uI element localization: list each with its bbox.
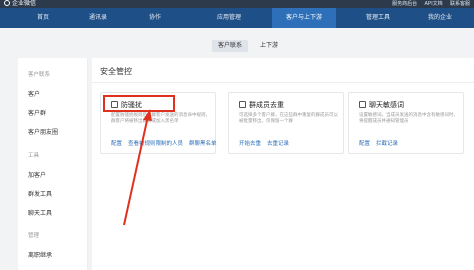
card-sensitive-words[interactable]: 聊天敏感词 设置敏感词，当成员发送的消息中含有敏感词时，将提醒成员并通知管理员 … [348, 92, 464, 154]
title-divider [92, 82, 474, 83]
nav-customers-upstream[interactable]: 客户与上下游 [272, 8, 336, 28]
sidebar-group-tools: 工具 [28, 153, 40, 159]
chat-sensitive-icon [359, 101, 366, 108]
configure-link[interactable]: 配置 [111, 141, 122, 147]
top-links: 服务商后台 API文档 联系客服 [386, 0, 470, 8]
group-blacklist-link[interactable]: 群聊黑名单 [189, 141, 217, 147]
main-content: 安全管控 防骚扰 配置防骚扰规则后，群客户发送的消息命中规则，群客户将被移出群聊… [92, 58, 474, 270]
service-provider-link[interactable]: 服务商后台 [392, 1, 417, 7]
contact-support-link[interactable]: 联系客服 [450, 1, 470, 7]
tab-customer-contact[interactable]: 客户联系 [212, 40, 249, 52]
page-title: 安全管控 [100, 67, 132, 76]
api-docs-link[interactable]: API文档 [425, 1, 443, 7]
sidebar-item-chat-tools[interactable]: 聊天工具 [28, 208, 52, 217]
card-links: 配置 拦截记录 [359, 139, 404, 147]
nav-management-tools[interactable]: 管理工具 [350, 8, 406, 28]
intercept-records-link[interactable]: 拦截记录 [376, 141, 398, 147]
nav-collaboration[interactable]: 协作 [130, 8, 180, 28]
duplicate-member-icon [239, 101, 246, 108]
card-description: 配置防骚扰规则后，群客户发送的消息命中规则，群客户将被移出群聊或加入黑名单 [111, 112, 210, 123]
card-description: 设置敏感词，当成员发送的消息中含有敏感词时，将提醒成员并通知管理员 [359, 112, 458, 123]
sub-tabs: 客户联系 上下游 [0, 38, 474, 54]
wecom-logo-icon [4, 0, 10, 7]
sidebar-group-management: 管理 [28, 233, 40, 239]
sidebar: 客户联系 客户 客户群 客户朋友圈 工具 加客户 群发工具 聊天工具 管理 离职… [18, 58, 88, 270]
logo-text: 企业微信 [12, 1, 37, 7]
main-nav: 首页 通讯录 协作 应用管理 客户与上下游 管理工具 我的企业 [0, 8, 474, 28]
nav-my-enterprise[interactable]: 我的企业 [412, 8, 468, 28]
sidebar-item-customers[interactable]: 客户 [28, 89, 40, 98]
card-group-dedupe[interactable]: 群成员去重 可选择多个客户群，在这些群中重复的群成员可以被批量移出，仅保留一个群… [228, 92, 344, 154]
sidebar-item-mass-send[interactable]: 群发工具 [28, 189, 52, 198]
card-title: 群成员去重 [249, 102, 284, 109]
view-restricted-link[interactable]: 查看被规则限制的人员 [128, 141, 183, 147]
nav-app-management[interactable]: 应用管理 [200, 8, 258, 28]
card-links: 开始去重 去重记录 [239, 139, 295, 147]
sidebar-group-customer-contact: 客户联系 [28, 72, 51, 78]
nav-contacts[interactable]: 通讯录 [70, 8, 126, 28]
card-links: 配置 查看被规则限制的人员 群聊黑名单 [111, 139, 223, 147]
sidebar-item-resign-inherit[interactable]: 离职继承 [28, 250, 52, 259]
sidebar-item-moments[interactable]: 客户朋友圈 [28, 127, 58, 136]
top-bar: 企业微信 服务商后台 API文档 联系客服 [0, 0, 474, 8]
nav-home[interactable]: 首页 [18, 8, 68, 28]
logo[interactable]: 企业微信 [4, 0, 36, 8]
configure-link[interactable]: 配置 [359, 141, 370, 147]
card-title: 聊天敏感词 [369, 102, 404, 109]
tab-upstream-downstream[interactable]: 上下游 [254, 40, 284, 52]
sidebar-item-customer-groups[interactable]: 客户群 [28, 108, 46, 117]
sidebar-item-add-customer[interactable]: 加客户 [28, 170, 46, 179]
dedupe-records-link[interactable]: 去重记录 [267, 141, 289, 147]
card-description: 可选择多个客户群，在这些群中重复的群成员可以被批量移出，仅保留一个群 [239, 112, 338, 123]
start-dedupe-link[interactable]: 开始去重 [239, 141, 261, 147]
highlight-box [103, 95, 175, 112]
